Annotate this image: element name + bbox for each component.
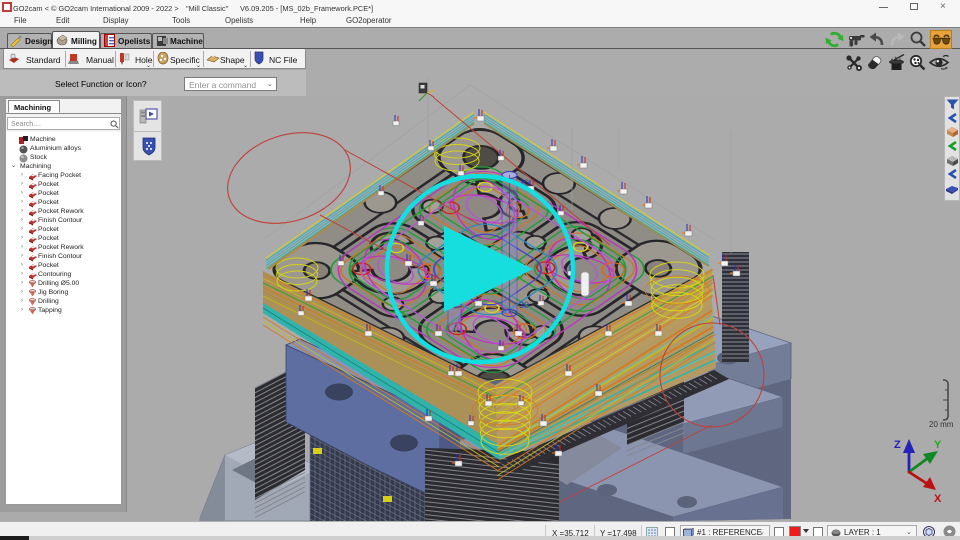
svg-text:Z: Z: [894, 439, 901, 451]
svg-text:X: X: [934, 493, 942, 505]
svg-text:30: 30: [519, 300, 529, 310]
svg-text:Y: Y: [934, 439, 942, 451]
